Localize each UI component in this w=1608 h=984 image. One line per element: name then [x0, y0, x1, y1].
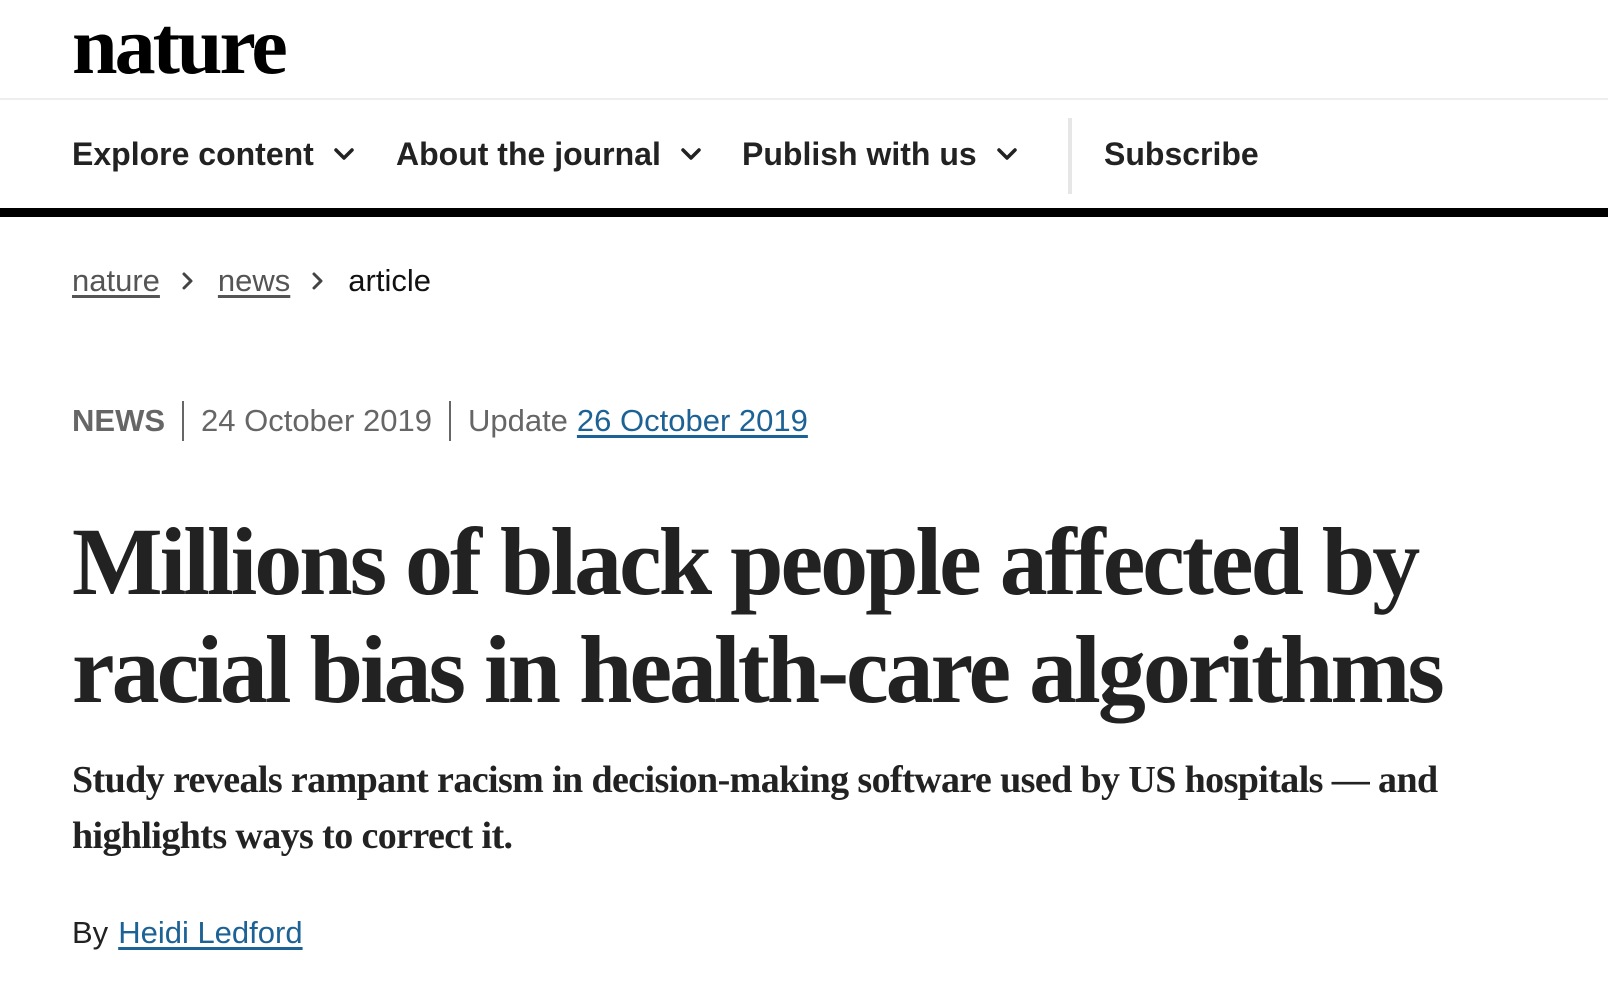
breadcrumb-news[interactable]: news [218, 263, 290, 299]
nature-logo[interactable]: nature [72, 0, 288, 96]
chevron-down-icon [681, 148, 701, 160]
chevron-down-icon [334, 148, 354, 160]
main-nav: Explore content About the journal Publis… [0, 100, 1608, 217]
breadcrumb-nature[interactable]: nature [72, 263, 160, 299]
nav-about-the-journal-label: About the journal [396, 135, 661, 172]
nav-publish-with-us-label: Publish with us [742, 135, 977, 172]
meta-divider [448, 401, 451, 441]
chevron-right-icon [312, 272, 323, 290]
breadcrumb-article: article [348, 263, 431, 298]
nav-divider [1068, 118, 1072, 194]
article-meta: NEWS 24 October 2019 Update 26 October 2… [72, 396, 808, 446]
meta-divider [182, 401, 184, 441]
site-header: nature [0, 0, 1608, 100]
chevron-right-icon [182, 272, 193, 290]
article-standfirst: Study reveals rampant racism in decision… [72, 759, 1438, 857]
update-label: Update [467, 403, 568, 438]
nav-publish-with-us[interactable]: Publish with us [742, 100, 1019, 208]
chevron-down-icon [996, 148, 1017, 160]
byline-prefix: By [72, 915, 109, 950]
nav-explore-content-label: Explore content [72, 135, 314, 172]
published-date: 24 October 2019 [201, 403, 432, 438]
article-type: NEWS [72, 403, 165, 438]
author-link[interactable]: Heidi Ledford [118, 915, 302, 951]
article-title: Millions of black people affected by rac… [72, 508, 1445, 723]
subscribe-link[interactable]: Subscribe [1104, 100, 1259, 208]
nav-about-the-journal[interactable]: About the journal [396, 100, 703, 208]
subscribe-label: Subscribe [1104, 135, 1259, 172]
nav-explore-content[interactable]: Explore content [72, 100, 356, 208]
byline: By Heidi Ledford [72, 910, 303, 956]
breadcrumb: nature news article [72, 256, 431, 306]
update-date-link[interactable]: 26 October 2019 [577, 403, 808, 439]
